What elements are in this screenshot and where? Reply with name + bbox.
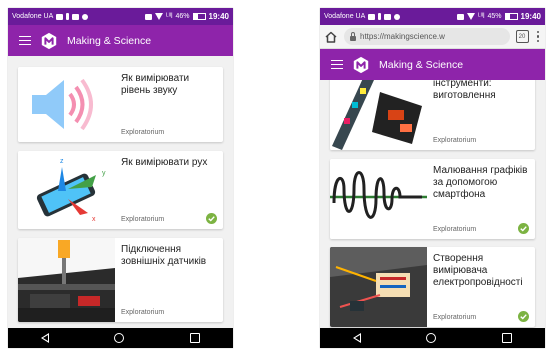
battery-icon xyxy=(504,13,518,20)
status-bar: Vodafone UA ᴸᴵᴵl 46% 19:40 xyxy=(8,8,233,25)
card-list[interactable]: Як вимірювати рівень звуку Exploratorium… xyxy=(8,56,233,328)
card-title: інструменти: виготовлення xyxy=(433,80,496,101)
back-icon[interactable] xyxy=(40,333,49,343)
menu-icon[interactable] xyxy=(331,59,343,70)
recents-icon[interactable] xyxy=(502,333,513,343)
status-right: ᴸᴵᴵl 46% 19:40 xyxy=(145,12,229,21)
signal-text: ᴸᴵᴵl xyxy=(478,13,485,20)
youtube-icon xyxy=(72,13,80,20)
status-bar: Vodafone UA ᴸᴵᴵl 45% 19:40 xyxy=(320,8,545,25)
message-icon xyxy=(368,13,376,20)
message-icon xyxy=(56,13,64,20)
check-icon xyxy=(206,213,217,224)
tabs-icon[interactable]: 20 xyxy=(515,30,529,43)
url-text: https://makingscience.w xyxy=(360,32,445,41)
activity-card[interactable]: z y x Як вимірювати рух Exploratorium xyxy=(18,151,223,229)
card-source: Exploratorium xyxy=(121,309,165,316)
activity-card[interactable]: Малювання графіків за допомогою смартфон… xyxy=(330,159,535,239)
svg-text:y: y xyxy=(102,170,106,177)
activity-card[interactable]: Як вимірювати рівень звуку Exploratorium xyxy=(18,67,223,142)
usb-icon xyxy=(378,13,382,20)
card-source: Exploratorium xyxy=(433,314,477,321)
check-icon xyxy=(518,223,529,234)
home-nav-icon[interactable] xyxy=(114,333,125,343)
url-field[interactable]: https://makingscience.w xyxy=(344,28,510,45)
card-image-tools xyxy=(330,80,427,150)
app-title: Making & Science xyxy=(67,34,152,47)
card-image-conductivity xyxy=(330,247,427,327)
battery-percent: 45% xyxy=(487,13,502,20)
card-source: Exploratorium xyxy=(121,216,165,223)
activity-card[interactable]: інструменти: виготовлення Exploratorium xyxy=(330,80,535,150)
no-sim-icon xyxy=(457,13,465,20)
home-nav-icon[interactable] xyxy=(426,333,437,343)
check-icon xyxy=(518,311,529,322)
carrier-name: Vodafone UA xyxy=(12,13,54,20)
app-title: Making & Science xyxy=(379,58,464,71)
card-image-sound xyxy=(18,67,115,142)
card-source: Exploratorium xyxy=(433,226,477,233)
card-title: Малювання графіків за допомогою смартфон… xyxy=(433,165,528,200)
notification-icons xyxy=(56,13,89,20)
battery-percent: 46% xyxy=(175,13,190,20)
usb-icon xyxy=(66,13,70,20)
home-icon[interactable] xyxy=(324,30,338,44)
menu-icon[interactable] xyxy=(19,35,31,46)
card-title: Підключення зовнішніх датчиків xyxy=(121,244,207,267)
app-bar: Making & Science xyxy=(8,25,233,56)
app-logo-icon xyxy=(353,56,369,73)
back-icon[interactable] xyxy=(352,333,361,343)
card-source: Exploratorium xyxy=(433,137,477,144)
system-nav-bar xyxy=(8,328,233,348)
app-bar: Making & Science xyxy=(320,49,545,80)
card-image-sensors xyxy=(18,238,115,322)
card-source: Exploratorium xyxy=(121,129,165,136)
youtube-icon xyxy=(384,13,392,20)
clock: 19:40 xyxy=(520,12,541,21)
clock: 19:40 xyxy=(208,12,229,21)
wifi-icon xyxy=(155,13,164,20)
browser-url-bar: https://makingscience.w 20 xyxy=(320,25,545,49)
battery-icon xyxy=(192,13,206,20)
card-image-graph xyxy=(330,159,427,239)
svg-text:x: x xyxy=(92,216,96,223)
activity-card[interactable]: Підключення зовнішніх датчиків Explorato… xyxy=(18,238,223,322)
recents-icon[interactable] xyxy=(190,333,201,343)
notification-icons xyxy=(368,13,401,20)
card-title: Як вимірювати рух xyxy=(121,157,208,168)
card-title: Створення вимірювача електропровідності xyxy=(433,253,523,288)
wifi-icon xyxy=(467,13,476,20)
carrier-name: Vodafone UA xyxy=(324,13,366,20)
card-list[interactable]: інструменти: виготовлення Exploratorium … xyxy=(320,80,545,328)
left-phone-screen: Vodafone UA ᴸᴵᴵl 46% 19:40 Making & Scie… xyxy=(8,8,233,348)
card-image-motion: z y x xyxy=(18,151,115,229)
svg-text:z: z xyxy=(60,158,64,165)
sync-icon xyxy=(394,13,401,20)
no-sim-icon xyxy=(145,13,153,20)
signal-text: ᴸᴵᴵl xyxy=(166,13,173,20)
right-phone-screen: Vodafone UA ᴸᴵᴵl 45% 19:40 https://makin… xyxy=(320,8,545,348)
app-logo-icon xyxy=(41,32,57,49)
status-right: ᴸᴵᴵl 45% 19:40 xyxy=(457,12,541,21)
overflow-menu-icon[interactable] xyxy=(535,30,542,43)
activity-card[interactable]: Створення вимірювача електропровідності … xyxy=(330,247,535,327)
system-nav-bar xyxy=(320,328,545,348)
lock-icon xyxy=(350,31,356,41)
card-title: Як вимірювати рівень звуку xyxy=(121,73,190,96)
sync-icon xyxy=(82,13,89,20)
